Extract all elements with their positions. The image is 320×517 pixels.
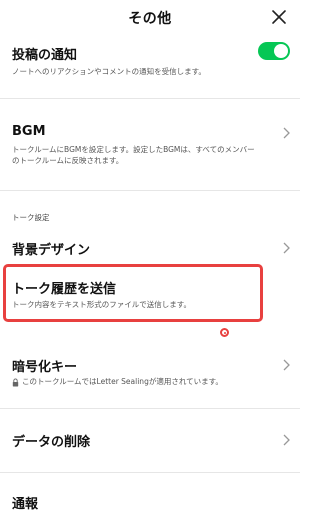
lock-icon: [12, 378, 19, 387]
divider: [0, 98, 300, 99]
background-design-label: 背景デザイン: [12, 243, 91, 258]
chevron-right-icon: [283, 242, 290, 254]
touch-indicator: [220, 328, 229, 337]
delete-data-label: データの削除: [12, 435, 91, 450]
bgm-description-line2: のトークルームに反映されます。: [12, 156, 124, 165]
setting-encryption-keys[interactable]: 暗号化キー このトークルームではLetter Sealingが適用されています。: [0, 350, 300, 392]
close-icon[interactable]: [270, 8, 288, 26]
post-notifications-description: ノートへのリアクションやコメントの通知を受信します。: [12, 67, 206, 76]
divider: [0, 190, 300, 191]
divider: [0, 408, 300, 409]
report-label: 通報: [12, 497, 39, 512]
setting-report[interactable]: 通報: [0, 488, 300, 517]
chevron-right-icon: [283, 434, 290, 446]
encryption-keys-label: 暗号化キー: [12, 360, 78, 375]
divider: [0, 472, 300, 473]
bgm-label: BGM: [12, 124, 46, 139]
setting-post-notifications: 投稿の通知 ノートへのリアクションやコメントの通知を受信します。: [0, 34, 300, 86]
post-notifications-label: 投稿の通知: [12, 48, 78, 63]
page-title: その他: [128, 11, 172, 27]
chevron-right-icon: [283, 359, 290, 371]
bgm-description-line1: トークルームにBGMを設定します。設定したBGMは、すべてのメンバー: [12, 145, 255, 154]
post-notifications-toggle[interactable]: [258, 42, 290, 60]
encryption-keys-description: このトークルームではLetter Sealingが適用されています。: [22, 377, 223, 386]
setting-delete-data[interactable]: データの削除: [0, 424, 300, 458]
highlight-box: [3, 264, 263, 322]
talk-settings-section-header: トーク設定: [12, 213, 50, 222]
toggle-knob: [274, 44, 288, 58]
setting-background-design[interactable]: 背景デザイン: [0, 232, 300, 262]
chevron-right-icon: [283, 127, 290, 139]
header-bar: その他: [0, 0, 300, 34]
setting-bgm[interactable]: BGM トークルームにBGMを設定します。設定したBGMは、すべてのメンバー の…: [0, 108, 300, 170]
